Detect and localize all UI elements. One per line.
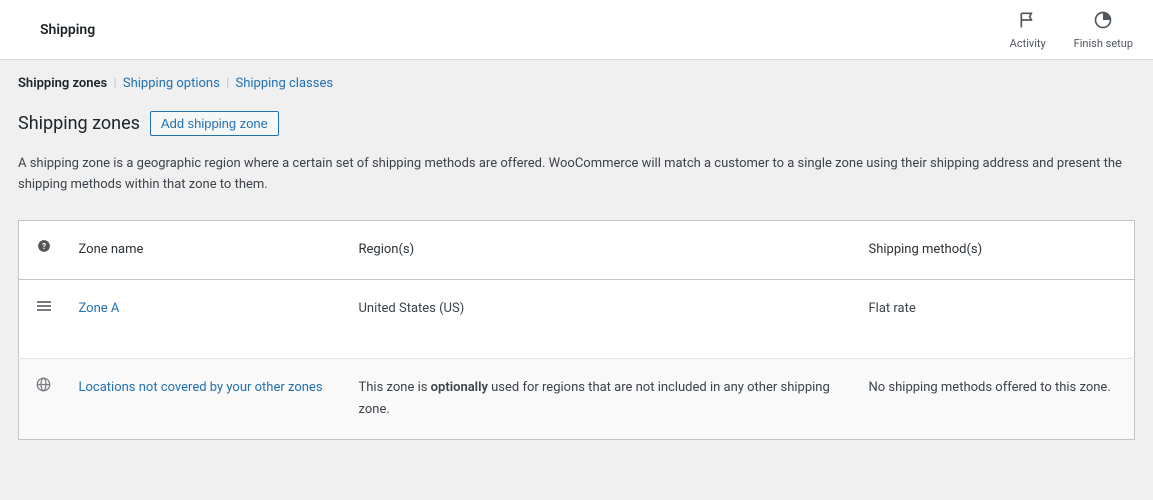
uncovered-regions-prefix: This zone is: [359, 380, 431, 395]
main-content: Shipping zones | Shipping options | Ship…: [0, 60, 1153, 458]
svg-text:?: ?: [42, 241, 46, 251]
section-title: Shipping zones: [18, 113, 140, 134]
finish-setup-label: Finish setup: [1074, 37, 1133, 50]
activity-button[interactable]: Activity: [1010, 10, 1046, 50]
header-help: ?: [19, 220, 69, 279]
uncovered-zone-link[interactable]: Locations not covered by your other zone…: [79, 380, 323, 395]
table-row-uncovered: Locations not covered by your other zone…: [19, 358, 1135, 439]
uncovered-regions-cell: This zone is optionally used for regions…: [349, 358, 859, 439]
zone-regions-cell: United States (US): [349, 279, 859, 358]
tab-shipping-zones[interactable]: Shipping zones: [18, 76, 107, 91]
tab-separator: |: [113, 76, 116, 91]
header-methods: Shipping method(s): [859, 220, 1135, 279]
uncovered-methods-cell: No shipping methods offered to this zone…: [859, 358, 1135, 439]
zone-name-cell: Zone A: [69, 279, 349, 358]
header-zone-name: Zone name: [69, 220, 349, 279]
table-row-zone: Zone A United States (US) Flat rate: [19, 279, 1135, 358]
activity-label: Activity: [1010, 37, 1046, 50]
uncovered-name-cell: Locations not covered by your other zone…: [69, 358, 349, 439]
tab-shipping-options[interactable]: Shipping options: [123, 76, 220, 91]
section-header: Shipping zones Add shipping zone: [18, 111, 1135, 136]
uncovered-regions-strong: optionally: [431, 380, 488, 395]
drag-handle-cell: [19, 279, 69, 358]
zone-methods-cell: Flat rate: [859, 279, 1135, 358]
drag-handle-icon[interactable]: [36, 300, 52, 312]
zone-name-link[interactable]: Zone A: [79, 301, 120, 316]
globe-cell: [19, 358, 69, 439]
subtabs: Shipping zones | Shipping options | Ship…: [18, 76, 1135, 91]
shipping-zones-table: ? Zone name Region(s) Shipping method(s)…: [18, 220, 1135, 440]
page-title: Shipping: [40, 22, 95, 38]
finish-setup-button[interactable]: Finish setup: [1074, 10, 1133, 50]
tab-shipping-classes[interactable]: Shipping classes: [235, 76, 333, 91]
header-regions: Region(s): [349, 220, 859, 279]
help-icon[interactable]: ?: [37, 239, 51, 253]
progress-circle-icon: [1093, 10, 1113, 33]
topbar-actions: Activity Finish setup: [1010, 10, 1133, 50]
add-shipping-zone-button[interactable]: Add shipping zone: [150, 111, 279, 136]
section-description: A shipping zone is a geographic region w…: [18, 154, 1135, 196]
top-header: Shipping Activity Finish setup: [0, 0, 1153, 60]
tab-separator: |: [226, 76, 229, 91]
table-header-row: ? Zone name Region(s) Shipping method(s): [19, 220, 1135, 279]
globe-icon: [36, 377, 51, 392]
flag-icon: [1018, 10, 1038, 33]
